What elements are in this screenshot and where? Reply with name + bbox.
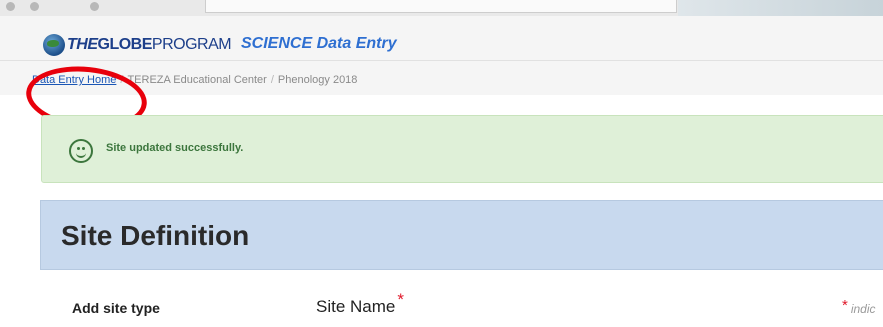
smiley-icon xyxy=(69,139,93,163)
success-alert: Site updated successfully. xyxy=(41,115,883,183)
required-asterisk: * xyxy=(397,290,404,309)
indicates-text: indic xyxy=(850,302,876,316)
globe-program-logo[interactable]: THEGLOBEPROGRAM xyxy=(43,34,232,56)
browser-chrome-strip xyxy=(0,0,883,17)
required-asterisk: * xyxy=(842,297,848,314)
site-name-text: Site Name xyxy=(316,297,396,316)
logo-wordmark: THEGLOBEPROGRAM xyxy=(67,36,232,53)
site-name-label: Site Name * xyxy=(316,290,404,317)
section-header: Site Definition xyxy=(40,200,883,270)
add-site-type-label[interactable]: Add site type xyxy=(72,300,160,316)
address-bar[interactable] xyxy=(205,0,677,13)
breadcrumb-separator: / xyxy=(270,74,274,86)
browser-tab-area xyxy=(678,0,883,16)
globe-logo-icon xyxy=(43,34,65,56)
required-indicator-note: * indic xyxy=(840,297,876,317)
app-title: SCIENCE Data Entry xyxy=(241,35,397,52)
breadcrumb-current: Phenology 2018 xyxy=(277,74,358,86)
alert-message: Site updated successfully. xyxy=(106,142,244,154)
app-header: THEGLOBEPROGRAM SCIENCE Data Entry xyxy=(0,16,883,61)
browser-forward-icon[interactable] xyxy=(30,2,39,11)
browser-back-icon[interactable] xyxy=(6,2,15,11)
browser-home-icon[interactable] xyxy=(90,2,99,11)
breadcrumb-organization[interactable]: TEREZA Educational Center xyxy=(127,74,266,86)
section-title: Site Definition xyxy=(61,220,250,251)
